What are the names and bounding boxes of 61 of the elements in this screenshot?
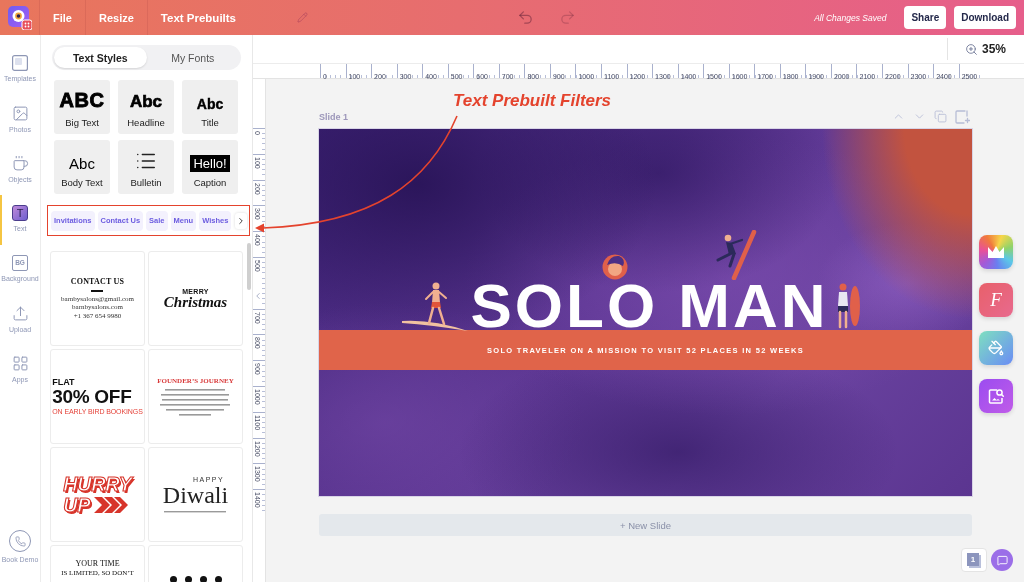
image-icon xyxy=(11,105,29,122)
text-style-tile[interactable]: Abc Body Text xyxy=(54,140,110,194)
paint-bucket-icon xyxy=(988,340,1004,356)
download-button[interactable]: Download xyxy=(954,6,1016,29)
save-status: All Changes Saved xyxy=(814,12,887,23)
slide-label: Slide 1 xyxy=(319,111,348,122)
text-style-tile[interactable]: Hello! Caption xyxy=(182,140,238,194)
cup-icon xyxy=(11,155,29,172)
app-button[interactable]: F xyxy=(979,283,1013,317)
app-button[interactable] xyxy=(979,235,1013,269)
slide-title: SOLO MAN xyxy=(470,282,829,330)
add-page-icon[interactable] xyxy=(955,109,970,124)
text-style-tile[interactable]: Bulletin xyxy=(118,140,174,194)
message-icon xyxy=(996,554,1008,566)
text-style-tile[interactable]: Abc Title xyxy=(182,80,238,134)
style-preview: Abc xyxy=(69,155,95,172)
text-tool-icon: T xyxy=(12,205,28,221)
card-kicker: FLAT xyxy=(52,378,75,387)
text-line-drawing xyxy=(164,511,227,513)
card-heading: Diwali xyxy=(162,483,229,507)
undo-icon[interactable] xyxy=(517,9,534,26)
template-card[interactable]: HURRY UP xyxy=(50,447,145,542)
zoom-icon[interactable] xyxy=(964,42,978,56)
app-button[interactable] xyxy=(979,379,1013,413)
grid-icon xyxy=(11,355,29,372)
new-slide-button[interactable]: + New Slide xyxy=(319,514,972,536)
chat-button[interactable] xyxy=(991,549,1013,571)
triple-chevron-icon xyxy=(93,496,130,514)
card-heading: Christmas xyxy=(163,294,228,310)
tab[interactable]: Text Styles xyxy=(54,47,147,68)
tab[interactable]: My Fonts xyxy=(146,47,239,68)
chevron-right-icon xyxy=(236,215,246,226)
style-preview: ABC xyxy=(59,89,105,112)
text-style-tile[interactable]: ABC Big Text xyxy=(54,80,110,134)
app-logo-icon[interactable] xyxy=(7,5,32,30)
upload-icon xyxy=(11,305,29,322)
quote-line: YOUR TIME xyxy=(75,559,120,569)
share-button[interactable]: Share xyxy=(904,6,947,29)
page-number: 1 xyxy=(967,552,979,566)
annotation-label: Text Prebuilt Filters xyxy=(453,91,612,111)
collapse-icon[interactable] xyxy=(253,290,263,301)
card-heading: UP xyxy=(63,494,91,516)
image-search-icon xyxy=(988,388,1004,404)
person-drawing xyxy=(602,253,628,280)
next-button[interactable] xyxy=(235,212,247,229)
surfer-drawing xyxy=(402,281,468,333)
style-preview: Abc xyxy=(129,92,163,112)
page-count-button[interactable]: 1 xyxy=(961,548,987,572)
caption-preview: Hello! xyxy=(190,155,230,172)
style-preview: Abc xyxy=(196,96,224,112)
text-style-tile[interactable]: Abc Headline xyxy=(118,80,174,134)
document-title[interactable]: Text Prebuilts xyxy=(160,11,236,24)
zoom-level[interactable]: 35% xyxy=(981,42,1006,56)
crown-icon xyxy=(988,246,1004,258)
pencil-icon[interactable] xyxy=(297,12,308,23)
redo-icon[interactable] xyxy=(559,9,576,26)
copy-icon[interactable] xyxy=(934,110,947,123)
layout-icon xyxy=(12,55,28,71)
card-heading: 30% OFF xyxy=(52,387,132,406)
app-button[interactable] xyxy=(979,331,1013,365)
card-heading: CONTACT US xyxy=(70,277,125,286)
